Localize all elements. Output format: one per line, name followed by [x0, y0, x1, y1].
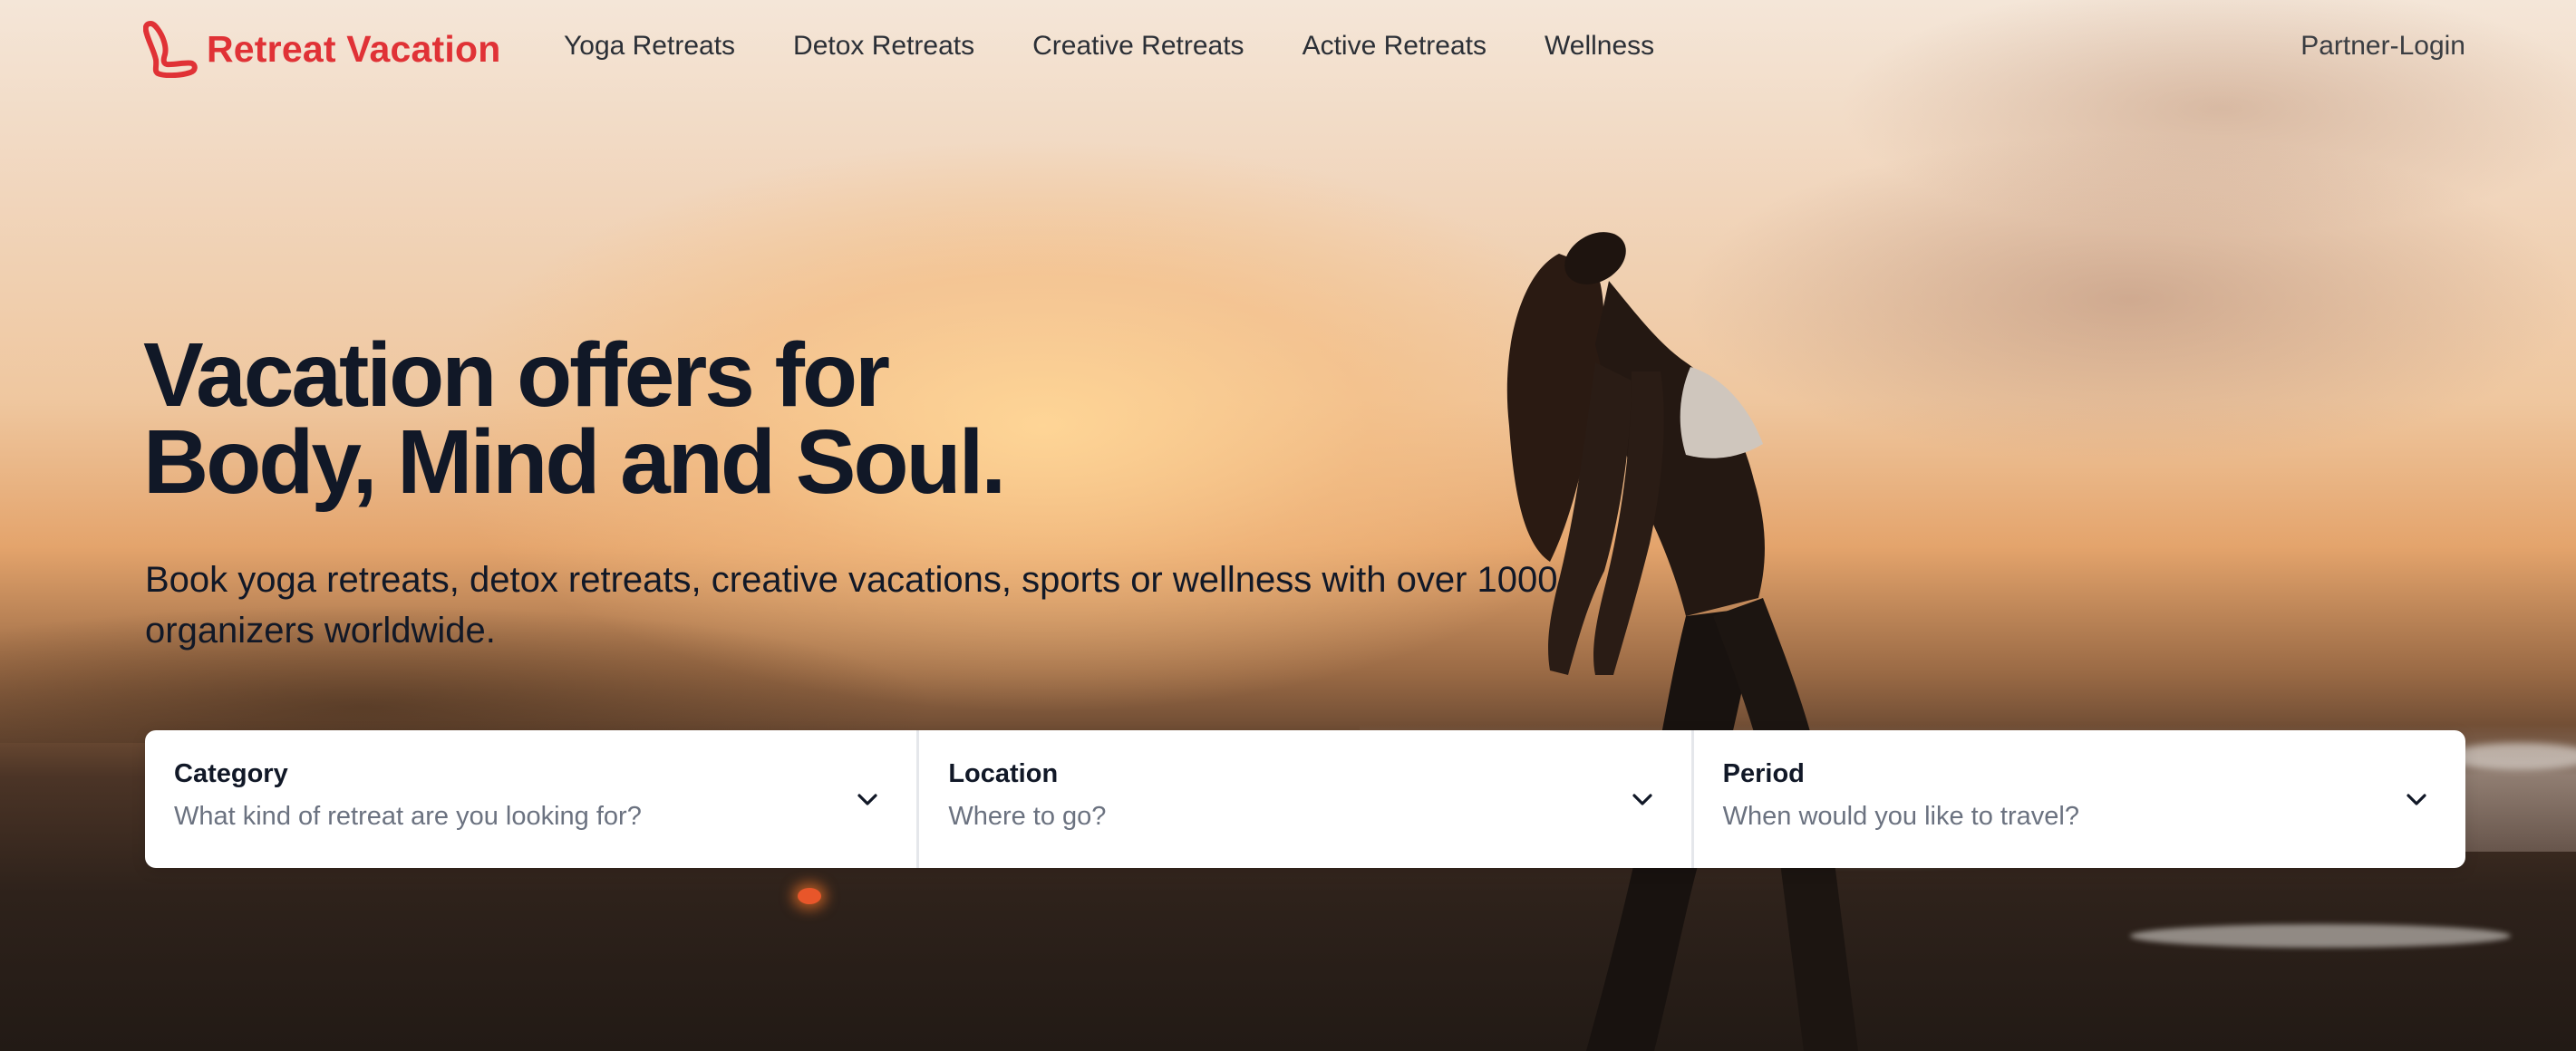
chevron-down-icon	[857, 794, 877, 805]
fire-ember	[798, 888, 821, 904]
location-label: Location	[948, 759, 1059, 788]
hero-title-line-1: Vacation offers for	[143, 324, 890, 426]
period-label: Period	[1722, 759, 1805, 788]
nav-detox-retreats[interactable]: Detox Retreats	[793, 31, 974, 62]
nav-wellness[interactable]: Wellness	[1545, 31, 1654, 62]
brand-logo-link[interactable]: Retreat Vacation	[143, 20, 501, 78]
wave-foam	[2130, 924, 2511, 948]
retreat-logo-icon	[143, 21, 198, 78]
nav-active-retreats[interactable]: Active Retreats	[1303, 31, 1487, 62]
nav-creative-retreats[interactable]: Creative Retreats	[1032, 31, 1244, 62]
hero-title: Vacation offers for Body, Mind and Soul.	[143, 324, 1412, 513]
hero-title-line-2: Body, Mind and Soul.	[143, 411, 1006, 513]
category-placeholder: What kind of retreat are you looking for…	[174, 802, 642, 831]
brand-name: Retreat Vacation	[207, 27, 501, 70]
period-placeholder: When would you like to travel?	[1722, 802, 2079, 831]
site-header: Retreat Vacation Yoga Retreats Detox Ret…	[0, 0, 2576, 98]
partner-login-link[interactable]: Partner-Login	[2300, 31, 2465, 62]
retreat-search-bar: Category What kind of retreat are you lo…	[145, 730, 2465, 868]
chevron-down-icon	[2407, 794, 2426, 805]
hero-subtitle: Book yoga retreats, detox retreats, crea…	[145, 560, 1558, 651]
hero-page: Retreat Vacation Yoga Retreats Detox Ret…	[0, 0, 2576, 1051]
location-select[interactable]: Location Where to go?	[919, 730, 1694, 868]
category-label: Category	[174, 759, 288, 788]
category-select[interactable]: Category What kind of retreat are you lo…	[145, 730, 920, 868]
chevron-down-icon	[1632, 794, 1652, 805]
main-nav: Yoga Retreats Detox Retreats Creative Re…	[564, 31, 1712, 62]
period-select[interactable]: Period When would you like to travel?	[1694, 730, 2465, 868]
location-placeholder: Where to go?	[948, 802, 1107, 831]
nav-yoga-retreats[interactable]: Yoga Retreats	[564, 31, 735, 62]
